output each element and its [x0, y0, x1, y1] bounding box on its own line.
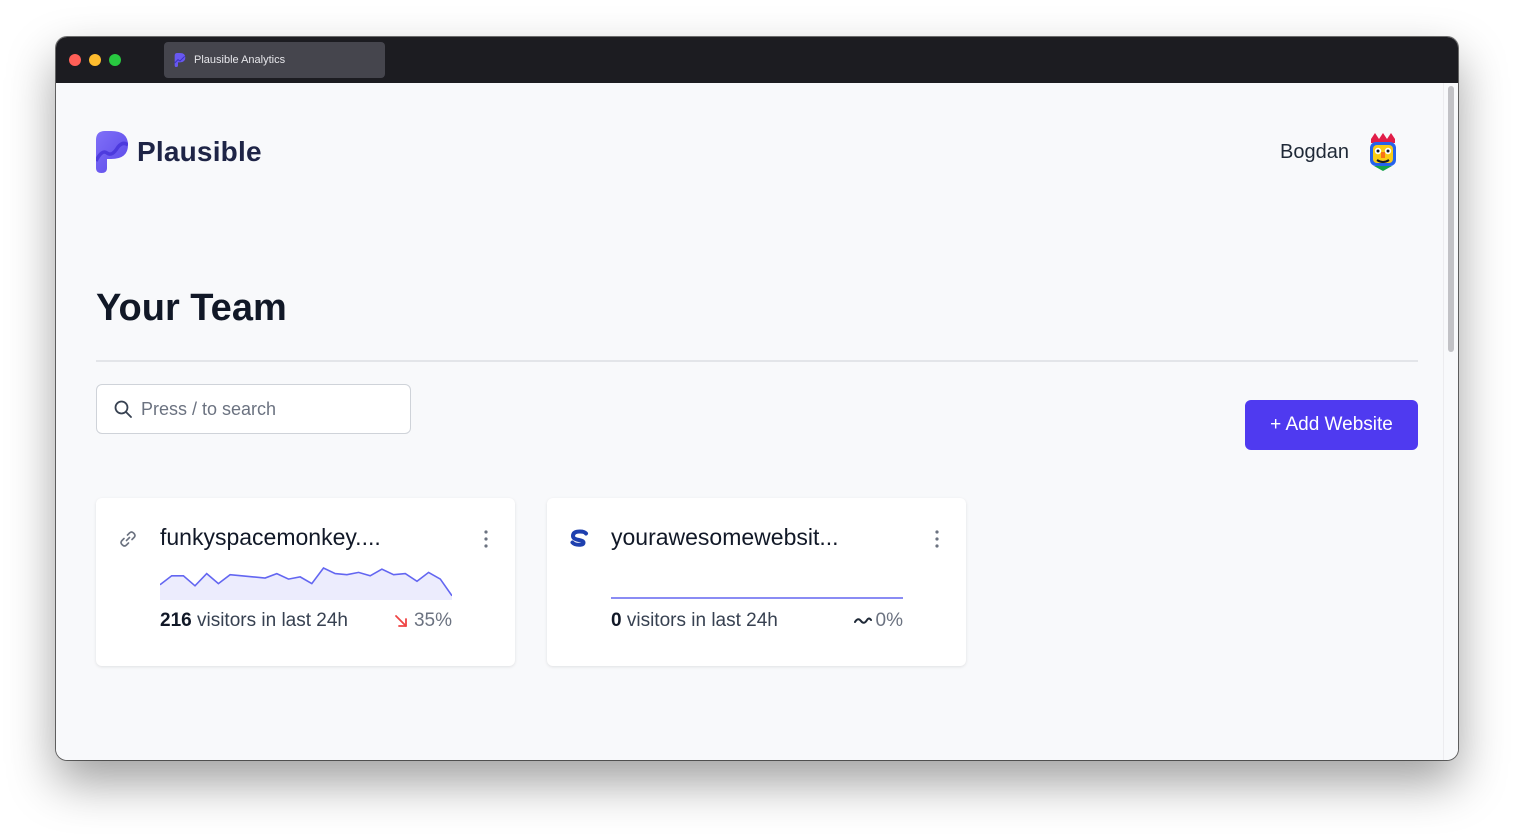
search-icon — [114, 400, 132, 418]
site-card[interactable]: yourawesomewebsit... 0 visitors in last … — [547, 498, 966, 666]
visitors-label: visitors in last 24h — [626, 610, 778, 631]
link-icon — [120, 531, 136, 547]
browser-titlebar: Plausible Analytics — [56, 37, 1458, 83]
logo-text: Plausible — [137, 136, 262, 167]
change-value: 0% — [875, 610, 903, 631]
minimize-window-button[interactable] — [89, 54, 101, 66]
add-website-button[interactable]: + Add Website — [1245, 400, 1418, 450]
s-logo-icon — [570, 529, 588, 547]
plausible-logo-icon — [96, 131, 128, 173]
site-stats: 0 visitors in last 24h 0% — [611, 610, 903, 632]
arrow-down-right-icon — [395, 615, 407, 627]
search-box[interactable] — [96, 384, 411, 434]
browser-window: Plausible Analytics Plausible Bogdan You… — [56, 37, 1458, 760]
search-input[interactable] — [141, 398, 381, 420]
maximize-window-button[interactable] — [109, 54, 121, 66]
sparkline — [611, 564, 903, 600]
flat-trend-icon — [853, 617, 872, 624]
visitors-label: visitors in last 24h — [196, 610, 348, 631]
page-content: Plausible Bogdan Your Team Press / to se… — [56, 83, 1443, 760]
site-stats: 216 visitors in last 24h 35% — [160, 610, 452, 632]
browser-tab[interactable]: Plausible Analytics — [164, 42, 385, 78]
visitors-count: 0 — [611, 610, 622, 631]
plausible-favicon-icon — [174, 53, 186, 67]
visitors-count: 216 — [160, 610, 192, 631]
scrollbar[interactable] — [1443, 83, 1458, 760]
more-vertical-icon[interactable] — [478, 528, 494, 550]
site-card[interactable]: funkyspacemonkey.... 216 visitors in las… — [96, 498, 515, 666]
site-name[interactable]: funkyspacemonkey.... — [160, 524, 381, 551]
page-title: Your Team — [96, 287, 287, 329]
sparkline-area — [160, 568, 452, 600]
user-menu[interactable]: Bogdan — [1280, 133, 1401, 171]
change-value: 35% — [413, 610, 452, 631]
visitors-summary: 216 visitors in last 24h — [160, 610, 348, 632]
sparkline — [160, 564, 452, 600]
visitors-summary: 0 visitors in last 24h — [611, 610, 778, 632]
avatar[interactable] — [1365, 133, 1401, 171]
site-name[interactable]: yourawesomewebsit... — [611, 524, 839, 551]
change-indicator: 0% — [853, 610, 903, 632]
scrollbar-thumb[interactable] — [1448, 86, 1454, 352]
title-divider — [96, 360, 1418, 362]
more-vertical-icon[interactable] — [929, 528, 945, 550]
plausible-logo[interactable]: Plausible — [96, 131, 262, 173]
change-indicator: 35% — [392, 610, 452, 632]
user-name: Bogdan — [1280, 140, 1349, 163]
browser-tab-title: Plausible Analytics — [194, 54, 286, 66]
close-window-button[interactable] — [69, 54, 81, 66]
